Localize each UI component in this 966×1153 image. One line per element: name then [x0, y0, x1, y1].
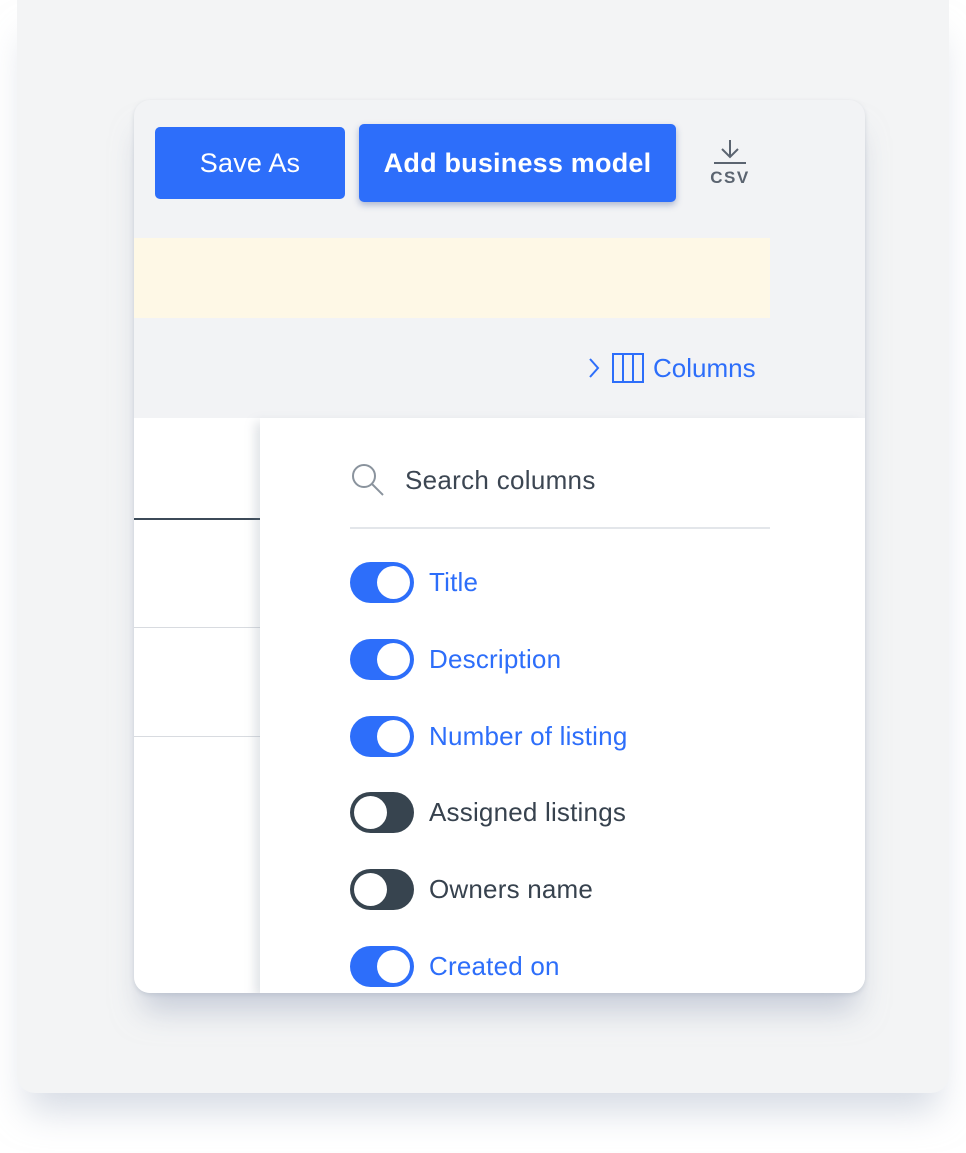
toggle-knob	[377, 565, 410, 599]
page-backdrop: Save As Add business model CSV Columns S…	[17, 0, 949, 1093]
column-chooser-panel: Search columns Title Description Number …	[260, 418, 865, 993]
toggle-knob	[377, 642, 410, 676]
download-icon	[714, 140, 746, 164]
table-toolbar-card: Save As Add business model CSV Columns S…	[134, 100, 865, 993]
search-icon	[350, 462, 386, 498]
add-business-model-label: Add business model	[383, 147, 652, 178]
column-option-description[interactable]: Description	[350, 638, 561, 680]
csv-label: CSV	[710, 168, 750, 187]
csv-export-button[interactable]: CSV	[706, 138, 754, 192]
column-toggle-switch[interactable]	[350, 868, 414, 910]
search-divider	[350, 527, 770, 529]
columns-toggle-button[interactable]: Columns	[588, 350, 756, 386]
toggle-knob	[354, 795, 387, 829]
column-search-field[interactable]: Search columns	[350, 458, 770, 502]
table-header-divider	[134, 518, 260, 520]
column-option-owners-name[interactable]: Owners name	[350, 868, 593, 910]
column-option-assigned-listings[interactable]: Assigned listings	[350, 791, 626, 833]
column-option-label: Owners name	[429, 873, 594, 904]
column-option-title[interactable]: Title	[350, 561, 478, 603]
columns-icon	[612, 353, 644, 383]
add-business-model-button[interactable]: Add business model	[359, 124, 676, 202]
column-option-label: Description	[429, 643, 562, 674]
column-search-placeholder: Search columns	[405, 464, 596, 495]
column-option-label: Assigned listings	[429, 796, 627, 827]
columns-label: Columns	[653, 352, 756, 383]
toggle-knob	[377, 949, 410, 983]
table-row-divider	[134, 627, 260, 628]
column-option-label: Title	[429, 566, 479, 597]
table-row-divider	[134, 736, 260, 737]
column-option-number-of-listing[interactable]: Number of listing	[350, 715, 627, 757]
notice-banner	[134, 238, 770, 318]
column-toggle-switch[interactable]	[350, 945, 414, 987]
toggle-knob	[377, 719, 410, 753]
column-toggle-switch[interactable]	[350, 638, 414, 680]
save-as-label: Save As	[199, 147, 301, 178]
chevron-right-icon	[588, 357, 600, 379]
column-option-created-on[interactable]: Created on	[350, 945, 560, 987]
column-option-label: Created on	[429, 950, 560, 981]
toggle-knob	[354, 872, 387, 906]
column-option-label: Number of listing	[429, 720, 628, 751]
column-toggle-switch[interactable]	[350, 715, 414, 757]
save-as-button[interactable]: Save As	[155, 127, 345, 199]
column-toggle-switch[interactable]	[350, 791, 414, 833]
column-toggle-switch[interactable]	[350, 561, 414, 603]
